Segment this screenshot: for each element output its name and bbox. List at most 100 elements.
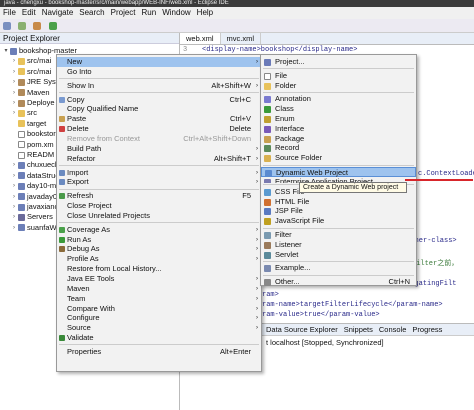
menu-item-coverage-as[interactable]: Coverage As › <box>57 225 261 235</box>
submenu-item-servlet[interactable]: Servlet <box>261 250 416 260</box>
menu-project[interactable]: Project <box>111 7 136 19</box>
tree-item[interactable]: › JRE Syst <box>10 77 58 87</box>
twisty-icon[interactable]: › <box>10 212 18 222</box>
submenu-item-class[interactable]: Class <box>261 104 416 114</box>
twisty-icon[interactable]: › <box>10 77 18 87</box>
tree-item[interactable]: READM <box>10 150 54 160</box>
debug-icon[interactable] <box>33 22 42 30</box>
menu-item-build-path[interactable]: Build Path › <box>57 144 261 154</box>
tab-snippets[interactable]: Snippets <box>344 324 373 335</box>
tree-item[interactable]: › Maven <box>10 88 50 98</box>
tab-data-source-explorer[interactable]: Data Source Explorer <box>266 324 338 335</box>
run-icon[interactable] <box>48 22 57 30</box>
tree-item[interactable]: › day10-mo <box>10 181 60 191</box>
twisty-icon[interactable]: › <box>10 171 18 181</box>
submenu-item-folder[interactable]: Folder <box>261 81 416 91</box>
menu-item-compare-with[interactable]: Compare With › <box>57 304 261 314</box>
tree-item-label: pom.xm <box>27 139 54 149</box>
tab-console[interactable]: Console <box>379 324 407 335</box>
menu-search[interactable]: Search <box>79 7 104 19</box>
menu-item-refresh[interactable]: Refresh F5 <box>57 191 261 201</box>
menu-item-close-unrelated-projects[interactable]: Close Unrelated Projects <box>57 211 261 221</box>
twisty-icon[interactable]: › <box>10 98 18 108</box>
save-icon[interactable] <box>18 22 27 30</box>
twisty-icon[interactable]: › <box>10 192 18 202</box>
twisty-icon[interactable]: › <box>10 181 18 191</box>
twisty-icon[interactable]: › <box>10 108 18 118</box>
menu-file[interactable]: File <box>3 7 16 19</box>
submenu-item-file[interactable]: File <box>261 71 416 81</box>
tab-mvc-xml[interactable]: mvc.xml <box>221 33 262 44</box>
tree-item[interactable]: › suanfaWe <box>10 223 61 233</box>
menu-item-paste[interactable]: Paste Ctrl+V <box>57 114 261 124</box>
tree-item[interactable]: › dataStruct <box>10 171 61 181</box>
tree-item[interactable]: › javaday09 <box>10 192 61 202</box>
menu-item-go-into[interactable]: Go Into <box>57 67 261 77</box>
twisty-icon[interactable]: › <box>10 88 18 98</box>
submenu-item-dynamic-web-project[interactable]: Dynamic Web Project <box>261 167 416 177</box>
menu-item-close-project[interactable]: Close Project <box>57 201 261 211</box>
tree-item[interactable]: › Deploye <box>10 98 55 108</box>
menu-run[interactable]: Run <box>142 7 157 19</box>
tree-item[interactable]: › javaxianch <box>10 202 62 212</box>
tree-item[interactable]: › src <box>10 108 37 118</box>
twisty-icon[interactable]: › <box>10 202 18 212</box>
twisty-icon[interactable]: ▾ <box>2 46 10 56</box>
tab-web-xml[interactable]: web.xml <box>180 33 221 44</box>
menu-item-validate[interactable]: Validate <box>57 333 261 343</box>
menu-item-refactor[interactable]: Refactor Alt+Shift+T › <box>57 154 261 164</box>
tree-item[interactable]: › Servers <box>10 212 53 222</box>
menu-item-maven[interactable]: Maven › <box>57 284 261 294</box>
twisty-icon[interactable]: › <box>10 67 18 77</box>
menu-item-show-in[interactable]: Show In Alt+Shift+W › <box>57 81 261 91</box>
submenu-item-annotation[interactable]: Annotation <box>261 94 416 104</box>
submenu-item-listener[interactable]: Listener <box>261 240 416 250</box>
menu-item-debug-as[interactable]: Debug As › <box>57 244 261 254</box>
menu-item-import[interactable]: Import › <box>57 168 261 178</box>
menu-item-export[interactable]: Export › <box>57 177 261 187</box>
menu-item-copy-qualified-name[interactable]: Copy Qualified Name <box>57 104 261 114</box>
menu-item-source[interactable]: Source › <box>57 323 261 333</box>
menu-item-delete[interactable]: Delete Delete <box>57 124 261 134</box>
menu-item-java-ee-tools[interactable]: Java EE Tools › <box>57 274 261 284</box>
menu-item-profile-as[interactable]: Profile As › <box>57 254 261 264</box>
server-status[interactable]: t localhost [Stopped, Synchronized] <box>262 336 474 349</box>
menu-item-team[interactable]: Team › <box>57 294 261 304</box>
twisty-icon[interactable]: › <box>10 56 18 66</box>
tree-item[interactable]: target <box>10 119 46 129</box>
twisty-icon[interactable]: › <box>10 160 18 170</box>
code-line[interactable]: <display-name>bookshop</display-name> <box>202 46 357 54</box>
submenu-item-other[interactable]: Other... Ctrl+N <box>261 277 416 287</box>
submenu-item-project[interactable]: Project... <box>261 57 416 67</box>
menu-window[interactable]: Window <box>162 7 190 19</box>
submenu-item-record[interactable]: Record <box>261 143 416 153</box>
submenu-item-filter[interactable]: Filter <box>261 230 416 240</box>
class-icon <box>264 106 271 114</box>
tree-item[interactable]: › src/mai <box>10 56 51 66</box>
tab-progress[interactable]: Progress <box>412 324 442 335</box>
tree-item[interactable]: pom.xm <box>10 140 54 150</box>
menu-item-copy[interactable]: Copy Ctrl+C <box>57 95 261 105</box>
context-menu: New › Go Into Show In Alt+Shift+W › Copy Ctrl+C… <box>56 54 262 372</box>
submenu-item-example[interactable]: Example... <box>261 263 416 273</box>
menu-item-remove-from-context: Remove from Context Ctrl+Alt+Shift+Down <box>57 134 261 144</box>
menu-item-configure[interactable]: Configure › <box>57 313 261 323</box>
submenu-item-source-folder[interactable]: Source Folder <box>261 153 416 163</box>
menu-edit[interactable]: Edit <box>22 7 36 19</box>
menu-item-run-as[interactable]: Run As › <box>57 235 261 245</box>
submenu-item-javascript-file[interactable]: JavaScript File <box>261 216 416 226</box>
new-icon[interactable] <box>3 22 11 30</box>
menu-item-restore-from-local-history[interactable]: Restore from Local History... <box>57 264 261 274</box>
twisty-icon[interactable]: › <box>10 223 18 233</box>
menu-navigate[interactable]: Navigate <box>42 7 74 19</box>
menu-help[interactable]: Help <box>197 7 213 19</box>
menu-item-new[interactable]: New › <box>57 57 261 67</box>
submenu-item-jsp-file[interactable]: JSP File <box>261 206 416 216</box>
submenu-item-package[interactable]: Package <box>261 134 416 144</box>
tree-item[interactable]: bookstor <box>10 129 56 139</box>
submenu-item-interface[interactable]: Interface <box>261 124 416 134</box>
submenu-item-enum[interactable]: Enum <box>261 114 416 124</box>
menu-item-properties[interactable]: Properties Alt+Enter <box>57 347 261 357</box>
submenu-item-html-file[interactable]: HTML File <box>261 197 416 207</box>
tree-item[interactable]: › src/mai <box>10 67 51 77</box>
